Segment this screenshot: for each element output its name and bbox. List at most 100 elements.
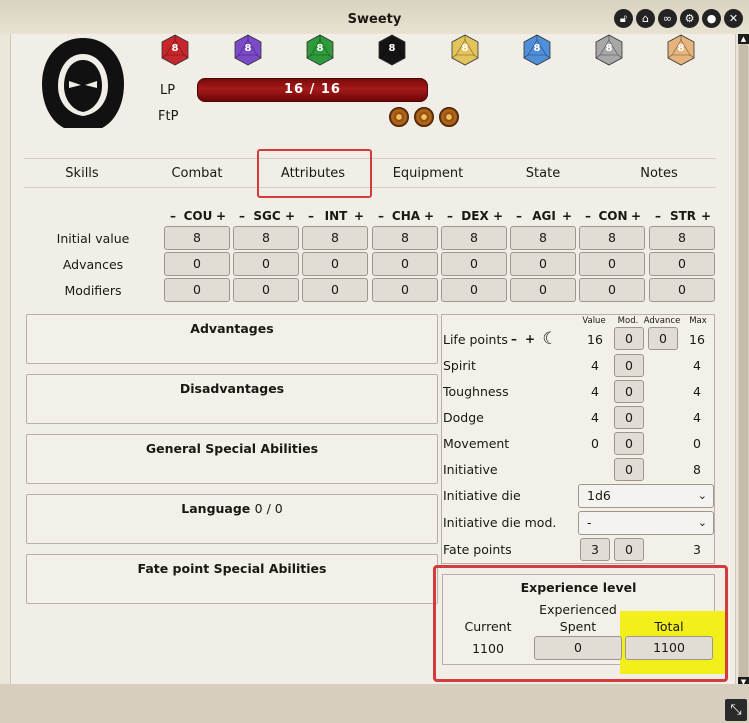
attribute-cell-sgc[interactable]: 0 — [233, 278, 299, 302]
d20-die-icon[interactable]: 8 — [233, 34, 263, 66]
tab-state[interactable]: State — [493, 166, 593, 181]
attribute-cell-con[interactable]: 0 — [579, 252, 645, 276]
life-points-advance[interactable]: 0 — [648, 327, 678, 350]
attribute-cell-cou[interactable]: 8 — [164, 226, 230, 250]
d20-die-icon[interactable]: 8 — [305, 34, 335, 66]
attribute-plus-button[interactable]: + — [701, 209, 711, 223]
attribute-plus-button[interactable]: + — [354, 209, 364, 223]
attribute-cell-cou[interactable]: 0 — [164, 278, 230, 302]
attribute-plus-button[interactable]: + — [216, 209, 226, 223]
spirit-mod[interactable]: 0 — [614, 354, 644, 377]
attribute-plus-button[interactable]: + — [285, 209, 295, 223]
close-icon[interactable]: ✕ — [724, 9, 743, 28]
fate-point-special-abilities-title: Fate point Special Abilities — [137, 561, 327, 576]
fate-points-label: Fate points — [443, 542, 512, 557]
attribute-cell-con[interactable]: 8 — [579, 226, 645, 250]
tab-notes[interactable]: Notes — [609, 166, 709, 181]
dodge-value: 4 — [591, 410, 599, 425]
d20-die-icon[interactable]: 8 — [160, 34, 190, 66]
attribute-cell-str[interactable]: 0 — [649, 252, 715, 276]
initiative-mod[interactable]: 0 — [614, 458, 644, 481]
lock-icon[interactable]: 🔓︎ — [614, 9, 633, 28]
attribute-cell-agi[interactable]: 0 — [510, 252, 576, 276]
attribute-minus-button[interactable]: – — [655, 209, 661, 223]
chevron-down-icon: ⌄ — [697, 489, 707, 502]
attribute-cell-sgc[interactable]: 8 — [233, 226, 299, 250]
attribute-cell-cou[interactable]: 0 — [164, 252, 230, 276]
attribute-cell-str[interactable]: 0 — [649, 278, 715, 302]
attribute-minus-button[interactable]: – — [170, 209, 176, 223]
fate-points-mod[interactable]: 0 — [614, 538, 644, 561]
mod-column-header: Mod. — [617, 316, 639, 326]
title-bar[interactable]: Sweety 🔓︎ ⌂ ∞ ⚙ ● ✕ — [0, 0, 749, 34]
attribute-cell-cha[interactable]: 0 — [372, 278, 438, 302]
attribute-cell-int[interactable]: 8 — [302, 226, 368, 250]
attribute-plus-button[interactable]: + — [424, 209, 434, 223]
attribute-minus-button[interactable]: – — [516, 209, 522, 223]
attribute-cell-str[interactable]: 8 — [649, 226, 715, 250]
attribute-cell-sgc[interactable]: 0 — [233, 252, 299, 276]
d20-die-icon[interactable]: 8 — [594, 34, 624, 66]
link-icon[interactable]: ∞ — [658, 9, 677, 28]
dodge-mod[interactable]: 0 — [614, 406, 644, 429]
attribute-cell-cha[interactable]: 0 — [372, 252, 438, 276]
user-icon[interactable]: ● — [702, 9, 721, 28]
attribute-minus-button[interactable]: – — [378, 209, 384, 223]
scroll-thumb[interactable] — [739, 44, 748, 684]
attribute-cell-cha[interactable]: 8 — [372, 226, 438, 250]
fate-point-token-icon[interactable] — [439, 107, 459, 127]
fate-points-value[interactable]: 3 — [580, 538, 610, 561]
attribute-minus-button[interactable]: – — [308, 209, 314, 223]
initiative-die-mod-select[interactable]: - ⌄ — [578, 511, 714, 535]
attribute-plus-button[interactable]: + — [493, 209, 503, 223]
d20-die-icon[interactable]: 8 — [450, 34, 480, 66]
toughness-mod[interactable]: 0 — [614, 380, 644, 403]
movement-mod[interactable]: 0 — [614, 432, 644, 455]
disadvantages-title: Disadvantages — [179, 381, 285, 396]
moon-icon[interactable]: ☾ — [540, 329, 560, 349]
tab-skills[interactable]: Skills — [32, 166, 132, 181]
scroll-up-icon[interactable]: ▲ — [738, 34, 749, 44]
d20-die-icon[interactable]: 8 — [377, 34, 407, 66]
fate-point-special-abilities-panel[interactable]: Fate point Special Abilities — [26, 554, 438, 604]
attribute-cell-agi[interactable]: 8 — [510, 226, 576, 250]
initiative-die-select[interactable]: 1d6 ⌄ — [578, 484, 714, 508]
d20-die-icon[interactable]: 8 — [522, 34, 552, 66]
attribute-cell-agi[interactable]: 0 — [510, 278, 576, 302]
fate-point-token-icon[interactable] — [414, 107, 434, 127]
attribute-cell-con[interactable]: 0 — [579, 278, 645, 302]
attribute-cell-dex[interactable]: 0 — [441, 252, 507, 276]
d20-die-icon[interactable]: 8 — [666, 34, 696, 66]
attribute-minus-button[interactable]: – — [239, 209, 245, 223]
attribute-header-con: CON — [598, 209, 628, 223]
attribute-cell-int[interactable]: 0 — [302, 278, 368, 302]
resize-icon[interactable]: ⤡ — [725, 699, 747, 721]
advantages-panel[interactable]: Advantages — [26, 314, 438, 364]
attribute-plus-button[interactable]: + — [631, 209, 641, 223]
fate-point-token-icon[interactable] — [389, 107, 409, 127]
life-points-plus-button[interactable]: + — [525, 332, 535, 346]
life-points-mod[interactable]: 0 — [614, 327, 644, 350]
gear-icon[interactable]: ⚙ — [680, 9, 699, 28]
disadvantages-panel[interactable]: Disadvantages — [26, 374, 438, 424]
attribute-cell-int[interactable]: 0 — [302, 252, 368, 276]
tab-equipment[interactable]: Equipment — [378, 166, 478, 181]
scrollbar[interactable] — [738, 34, 749, 694]
life-points-bar[interactable]: 16 / 16 — [197, 78, 428, 102]
attribute-cell-dex[interactable]: 0 — [441, 278, 507, 302]
initiative-die-mod-label: Initiative die mod. — [443, 515, 557, 530]
bank-icon[interactable]: ⌂ — [636, 9, 655, 28]
attribute-plus-button[interactable]: + — [562, 209, 572, 223]
avatar[interactable] — [38, 36, 128, 128]
die-value: 8 — [388, 43, 396, 54]
fate-points-max: 3 — [693, 542, 701, 557]
attribute-minus-button[interactable]: – — [447, 209, 453, 223]
attribute-cell-dex[interactable]: 8 — [441, 226, 507, 250]
attribute-dice-row: 8 8 8 8 8 8 8 8 — [160, 34, 720, 70]
life-points-minus-button[interactable]: – — [511, 332, 517, 346]
fate-point-tokens — [389, 107, 459, 127]
attribute-minus-button[interactable]: – — [585, 209, 591, 223]
general-special-abilities-panel[interactable]: General Special Abilities — [26, 434, 438, 484]
language-panel[interactable]: Language 0 / 0 — [26, 494, 438, 544]
tab-combat[interactable]: Combat — [147, 166, 247, 181]
